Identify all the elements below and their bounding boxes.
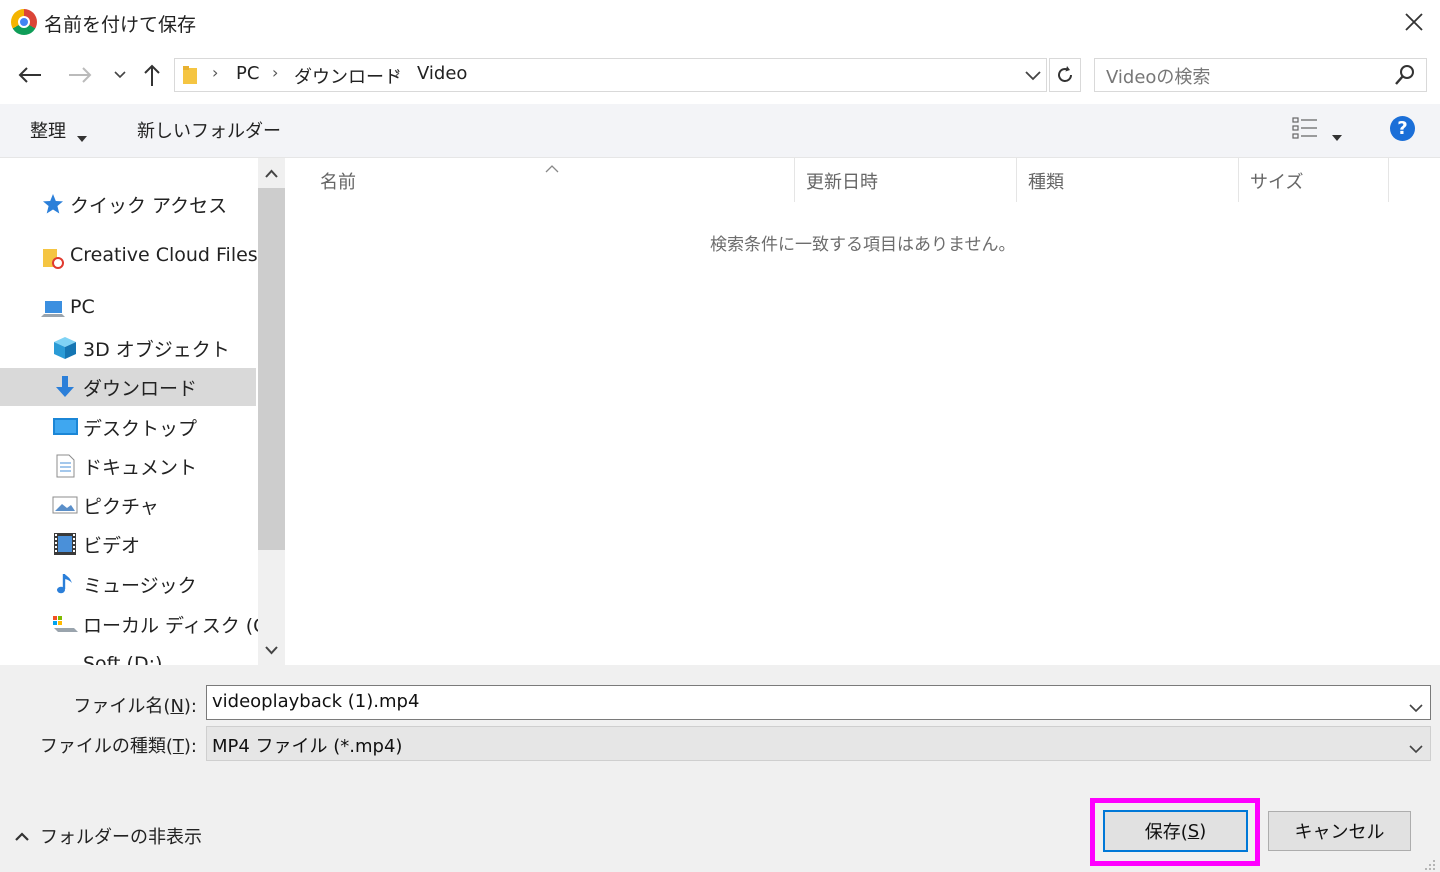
filename-value[interactable]: videoplayback (1).mp4: [212, 691, 419, 712]
breadcrumb-video[interactable]: Video: [417, 63, 467, 84]
organize-button[interactable]: 整理: [30, 117, 66, 143]
download-arrow-icon: [52, 374, 78, 400]
column-divider[interactable]: [794, 158, 795, 202]
sidebar-item-label: ミュージック: [83, 575, 197, 597]
music-note-icon: [52, 571, 78, 597]
sidebar-item-label: ドキュメント: [83, 457, 198, 479]
help-icon[interactable]: ?: [1390, 116, 1415, 141]
column-divider[interactable]: [1016, 158, 1017, 202]
recent-locations-chevron-icon[interactable]: [106, 60, 134, 90]
sidebar-item-3d-objects[interactable]: 3D オブジェクト: [0, 329, 256, 367]
column-header-size[interactable]: サイズ: [1250, 168, 1303, 194]
cancel-button[interactable]: キャンセル: [1268, 811, 1411, 851]
column-header-modified[interactable]: 更新日時: [806, 168, 878, 194]
close-icon[interactable]: [1400, 8, 1428, 36]
sidebar-item-music[interactable]: ミュージック: [0, 565, 256, 603]
view-details-icon[interactable]: [1292, 116, 1318, 140]
filetype-label: ファイルの種類(T):: [20, 732, 197, 758]
save-label-prefix: 保存(: [1144, 822, 1188, 843]
filetype-label-accesskey: T: [172, 736, 184, 757]
chevron-down-icon[interactable]: [1408, 698, 1424, 713]
chrome-logo-icon: [11, 9, 37, 35]
filetype-label-suffix: ):: [183, 736, 197, 757]
search-icon[interactable]: [1394, 64, 1416, 86]
save-button[interactable]: 保存(S): [1103, 810, 1248, 852]
sidebar-item-quick-access[interactable]: クイック アクセス: [0, 185, 256, 223]
column-divider[interactable]: [1238, 158, 1239, 202]
sidebar-item-label: 3D オブジェクト: [83, 339, 230, 361]
breadcrumb-chevron-icon: ›: [212, 63, 219, 82]
sidebar-item-label: ピクチャ: [83, 496, 159, 518]
filename-label-suffix: ):: [183, 696, 197, 717]
filetype-label-prefix: ファイルの種類(: [39, 736, 173, 757]
sidebar-item-label: ビデオ: [83, 535, 141, 557]
sidebar-item-label: ローカル ディスク (C:): [83, 615, 258, 637]
empty-list-message: 検索条件に一致する項目はありません。: [710, 235, 1016, 255]
filename-label-prefix: ファイル名(: [73, 696, 171, 717]
address-dropdown-chevron-icon[interactable]: [1020, 60, 1046, 90]
caret-down-icon[interactable]: [1332, 126, 1342, 141]
drive-icon: [52, 653, 78, 665]
document-icon: [52, 453, 78, 479]
breadcrumb-chevron-icon[interactable]: ›: [272, 63, 278, 82]
sidebar-item-downloads[interactable]: ダウンロード: [0, 368, 256, 406]
search-placeholder: Videoの検索: [1106, 67, 1211, 88]
filename-label-accesskey: N: [170, 696, 184, 717]
title-bar: [0, 0, 1440, 46]
scroll-up-icon[interactable]: [258, 160, 285, 186]
sidebar-item-label: PC: [70, 296, 95, 318]
sidebar-item-label: Creative Cloud Files: [70, 244, 258, 266]
column-divider[interactable]: [1388, 158, 1389, 202]
sort-ascending-icon: [545, 158, 559, 173]
video-film-icon: [52, 531, 78, 557]
sidebar-item-documents[interactable]: ドキュメント: [0, 447, 256, 485]
navigation-pane: クイック アクセス Creative Cloud Files PC 3D オブジ…: [0, 158, 258, 665]
save-label-accesskey: S: [1187, 820, 1200, 842]
sidebar-item-label: クイック アクセス: [70, 195, 228, 217]
up-arrow-icon[interactable]: [138, 60, 166, 90]
sidebar-item-soft-drive[interactable]: Soft (D:): [0, 647, 256, 665]
scrollbar-thumb[interactable]: [258, 188, 285, 550]
creative-cloud-folder-icon: [40, 244, 66, 270]
sidebar-item-label: デスクトップ: [83, 418, 198, 440]
resize-grip-icon[interactable]: [1424, 856, 1436, 870]
breadcrumb-downloads[interactable]: ダウンロード: [294, 63, 402, 89]
forward-arrow-icon[interactable]: [66, 60, 94, 90]
sidebar-item-pc[interactable]: PC: [0, 290, 256, 328]
filename-label: ファイル名(N):: [40, 692, 197, 718]
3d-objects-icon: [52, 335, 78, 361]
sidebar-item-creative-cloud[interactable]: Creative Cloud Files: [0, 238, 258, 276]
computer-icon: [40, 296, 66, 322]
chevron-up-icon: [14, 826, 30, 847]
breadcrumb-pc[interactable]: PC: [236, 63, 259, 84]
filetype-value[interactable]: MP4 ファイル (*.mp4): [212, 732, 402, 758]
folder-icon: [181, 64, 199, 86]
pictures-icon: [52, 492, 78, 518]
sidebar-item-videos[interactable]: ビデオ: [0, 525, 256, 563]
column-header-type[interactable]: 種類: [1028, 168, 1064, 194]
local-disk-icon: [52, 611, 78, 637]
column-header-name[interactable]: 名前: [320, 168, 356, 194]
sidebar-item-desktop[interactable]: デスクトップ: [0, 408, 256, 446]
chevron-down-icon[interactable]: [1408, 739, 1424, 754]
star-icon: [40, 191, 66, 217]
back-arrow-icon[interactable]: [16, 60, 44, 90]
desktop-icon: [52, 414, 78, 440]
sidebar-item-pictures[interactable]: ピクチャ: [0, 486, 256, 524]
caret-down-icon[interactable]: [77, 127, 87, 142]
breadcrumb-chevron-icon[interactable]: ›: [394, 63, 400, 82]
hide-folders-toggle[interactable]: フォルダーの非表示: [14, 823, 202, 849]
new-folder-button[interactable]: 新しいフォルダー: [137, 117, 281, 143]
sidebar-item-local-disk[interactable]: ローカル ディスク (C:): [0, 605, 258, 643]
save-label-suffix: ): [1199, 820, 1207, 842]
scroll-down-icon[interactable]: [258, 638, 285, 664]
sidebar-item-label: Soft (D:): [83, 653, 163, 665]
window-title: 名前を付けて保存: [44, 14, 197, 36]
sidebar-item-label: ダウンロード: [83, 378, 198, 400]
refresh-icon[interactable]: [1049, 58, 1081, 92]
hide-folders-label: フォルダーの非表示: [40, 827, 202, 848]
